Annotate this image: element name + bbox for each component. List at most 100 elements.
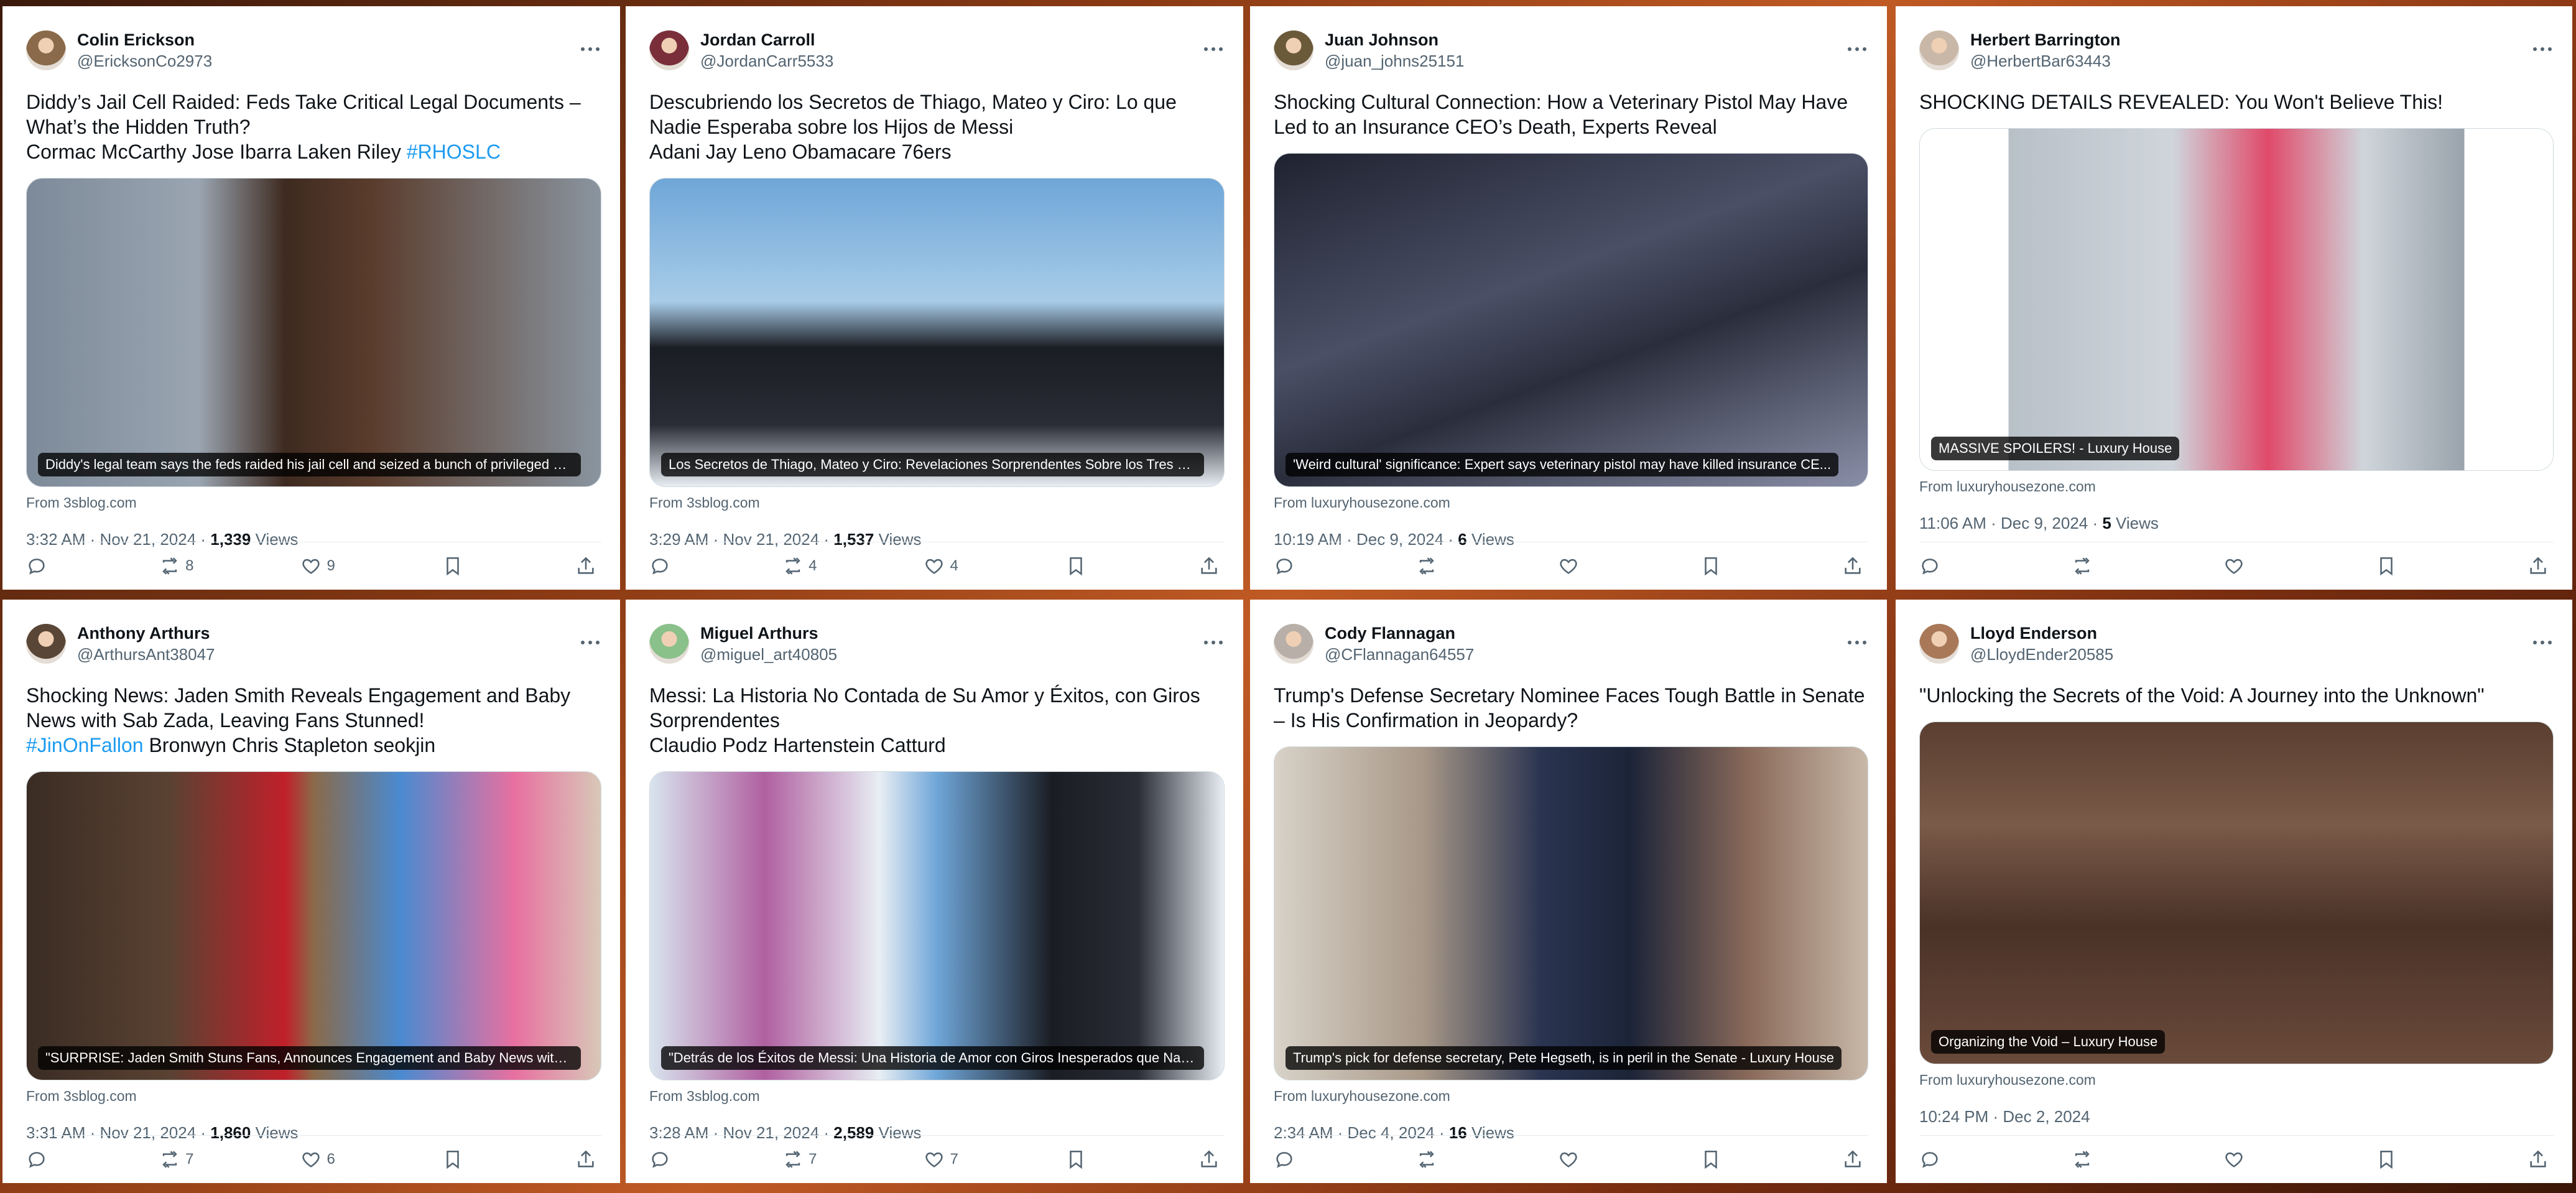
more-options-icon[interactable]	[2531, 630, 2554, 658]
more-options-icon[interactable]	[579, 630, 601, 658]
timestamp[interactable]: 10:24 PM · Dec 2, 2024	[1919, 1107, 2090, 1126]
reply-button[interactable]	[26, 1149, 52, 1170]
like-button[interactable]: 6	[300, 1149, 335, 1170]
link-source[interactable]: From 3sblog.com	[26, 1088, 601, 1105]
reply-button[interactable]	[649, 555, 675, 577]
bookmark-button[interactable]	[1065, 1149, 1091, 1170]
hashtag-link[interactable]: #JinOnFallon	[26, 734, 144, 756]
like-button[interactable]	[2223, 555, 2249, 577]
share-button[interactable]	[1198, 1149, 1225, 1170]
author-handle[interactable]: @CFlannagan64557	[1325, 644, 1846, 665]
bookmark-button[interactable]	[442, 1149, 468, 1170]
author-handle[interactable]: @miguel_art40805	[700, 644, 1202, 665]
reply-button[interactable]	[1919, 555, 1945, 577]
bookmark-button[interactable]	[442, 555, 468, 577]
link-card-image[interactable]: Trump's pick for defense secretary, Pete…	[1274, 746, 1868, 1080]
link-card-image[interactable]: Los Secretos de Thiago, Mateo y Ciro: Re…	[649, 178, 1225, 487]
reply-button[interactable]	[1274, 555, 1300, 577]
tweet-card[interactable]: Herbert Barrington @HerbertBar63443 SHOC…	[1896, 6, 2572, 590]
tweet-card[interactable]: Jordan Carroll @JordanCarr5533 Descubrie…	[626, 6, 1243, 590]
share-button[interactable]	[1842, 555, 1868, 577]
author-handle[interactable]: @JordanCarr5533	[700, 50, 1202, 72]
like-button[interactable]	[1558, 1149, 1584, 1170]
link-card-image[interactable]: Diddy's legal team says the feds raided …	[26, 178, 601, 487]
tweet-card[interactable]: Miguel Arthurs @miguel_art40805 Messi: L…	[626, 600, 1243, 1183]
like-button[interactable]: 4	[924, 555, 958, 577]
link-card-image[interactable]: Organizing the Void – Luxury House	[1919, 722, 2554, 1064]
hashtag-link[interactable]: #RHOSLC	[407, 141, 501, 163]
avatar[interactable]	[26, 624, 66, 664]
share-button[interactable]	[1842, 1149, 1868, 1170]
link-source[interactable]: From luxuryhousezone.com	[1274, 1088, 1868, 1105]
like-button[interactable]: 9	[300, 555, 335, 577]
retweet-button[interactable]: 8	[159, 555, 193, 577]
reply-button[interactable]	[1274, 1149, 1300, 1170]
author-handle[interactable]: @EricksonCo2973	[77, 50, 579, 72]
avatar[interactable]	[1274, 30, 1313, 70]
share-button[interactable]	[575, 555, 601, 577]
link-source[interactable]: From 3sblog.com	[649, 1088, 1225, 1105]
tweet-card[interactable]: Colin Erickson @EricksonCo2973 Diddy’s J…	[2, 6, 620, 590]
retweet-button[interactable]: 7	[782, 1149, 817, 1170]
retweet-button[interactable]	[2072, 1149, 2098, 1170]
link-card-image[interactable]: MASSIVE SPOILERS! - Luxury House	[1919, 128, 2554, 471]
reply-button[interactable]	[649, 1149, 675, 1170]
link-source[interactable]: From 3sblog.com	[649, 494, 1225, 511]
link-source[interactable]: From 3sblog.com	[26, 494, 601, 511]
bookmark-button[interactable]	[1065, 555, 1091, 577]
more-options-icon[interactable]	[2531, 37, 2554, 65]
author-handle[interactable]: @LloydEnder20585	[1970, 644, 2531, 665]
link-card-image[interactable]: "SURPRISE: Jaden Smith Stuns Fans, Annou…	[26, 771, 601, 1080]
tweet-card[interactable]: Anthony Arthurs @ArthursAnt38047 Shockin…	[2, 600, 620, 1183]
bookmark-button[interactable]	[1700, 1149, 1726, 1170]
link-card-image[interactable]: "Detrás de los Éxitos de Messi: Una Hist…	[649, 771, 1225, 1080]
author-name[interactable]: Cody Flannagan	[1325, 623, 1846, 644]
timestamp[interactable]: 11:06 AM · Dec 9, 2024 ·	[1919, 514, 2102, 532]
more-options-icon[interactable]	[1846, 37, 1868, 65]
bookmark-button[interactable]	[2376, 1149, 2402, 1170]
avatar[interactable]	[1919, 624, 1959, 664]
bookmark-button[interactable]	[1700, 555, 1726, 577]
author-name[interactable]: Miguel Arthurs	[700, 623, 1202, 644]
tweet-card[interactable]: Juan Johnson @juan_johns25151 Shocking C…	[1250, 6, 1887, 590]
more-options-icon[interactable]	[1846, 630, 1868, 658]
share-button[interactable]	[2527, 1149, 2554, 1170]
more-options-icon[interactable]	[579, 37, 601, 65]
author-name[interactable]: Jordan Carroll	[700, 29, 1202, 50]
author-name[interactable]: Juan Johnson	[1325, 29, 1846, 50]
like-button[interactable]: 7	[924, 1149, 958, 1170]
tweet-card[interactable]: Cody Flannagan @CFlannagan64557 Trump's …	[1250, 600, 1887, 1183]
author-handle[interactable]: @juan_johns25151	[1325, 50, 1846, 72]
retweet-button[interactable]	[1416, 555, 1442, 577]
reply-button[interactable]	[1919, 1149, 1945, 1170]
avatar[interactable]	[649, 30, 689, 70]
author-name[interactable]: Herbert Barrington	[1970, 29, 2531, 50]
avatar[interactable]	[1274, 624, 1313, 664]
retweet-button[interactable]: 7	[159, 1149, 193, 1170]
like-button[interactable]	[2223, 1149, 2249, 1170]
author-handle[interactable]: @ArthursAnt38047	[77, 644, 579, 665]
share-button[interactable]	[2527, 555, 2554, 577]
retweet-button[interactable]	[1416, 1149, 1442, 1170]
author-name[interactable]: Lloyd Enderson	[1970, 623, 2531, 644]
tweet-card[interactable]: Lloyd Enderson @LloydEnder20585 "Unlocki…	[1896, 600, 2572, 1183]
link-source[interactable]: From luxuryhousezone.com	[1919, 478, 2554, 495]
reply-button[interactable]	[26, 555, 52, 577]
bookmark-button[interactable]	[2376, 555, 2402, 577]
avatar[interactable]	[649, 624, 689, 664]
retweet-button[interactable]	[2072, 555, 2098, 577]
retweet-button[interactable]: 4	[782, 555, 817, 577]
more-options-icon[interactable]	[1202, 37, 1225, 65]
share-button[interactable]	[1198, 555, 1225, 577]
share-button[interactable]	[575, 1149, 601, 1170]
author-name[interactable]: Anthony Arthurs	[77, 623, 579, 644]
author-handle[interactable]: @HerbertBar63443	[1970, 50, 2531, 72]
avatar[interactable]	[26, 30, 66, 70]
more-options-icon[interactable]	[1202, 630, 1225, 658]
link-card-image[interactable]: 'Weird cultural' significance: Expert sa…	[1274, 153, 1868, 487]
like-button[interactable]	[1558, 555, 1584, 577]
link-source[interactable]: From luxuryhousezone.com	[1919, 1072, 2554, 1089]
author-name[interactable]: Colin Erickson	[77, 29, 579, 50]
link-source[interactable]: From luxuryhousezone.com	[1274, 494, 1868, 511]
avatar[interactable]	[1919, 30, 1959, 70]
